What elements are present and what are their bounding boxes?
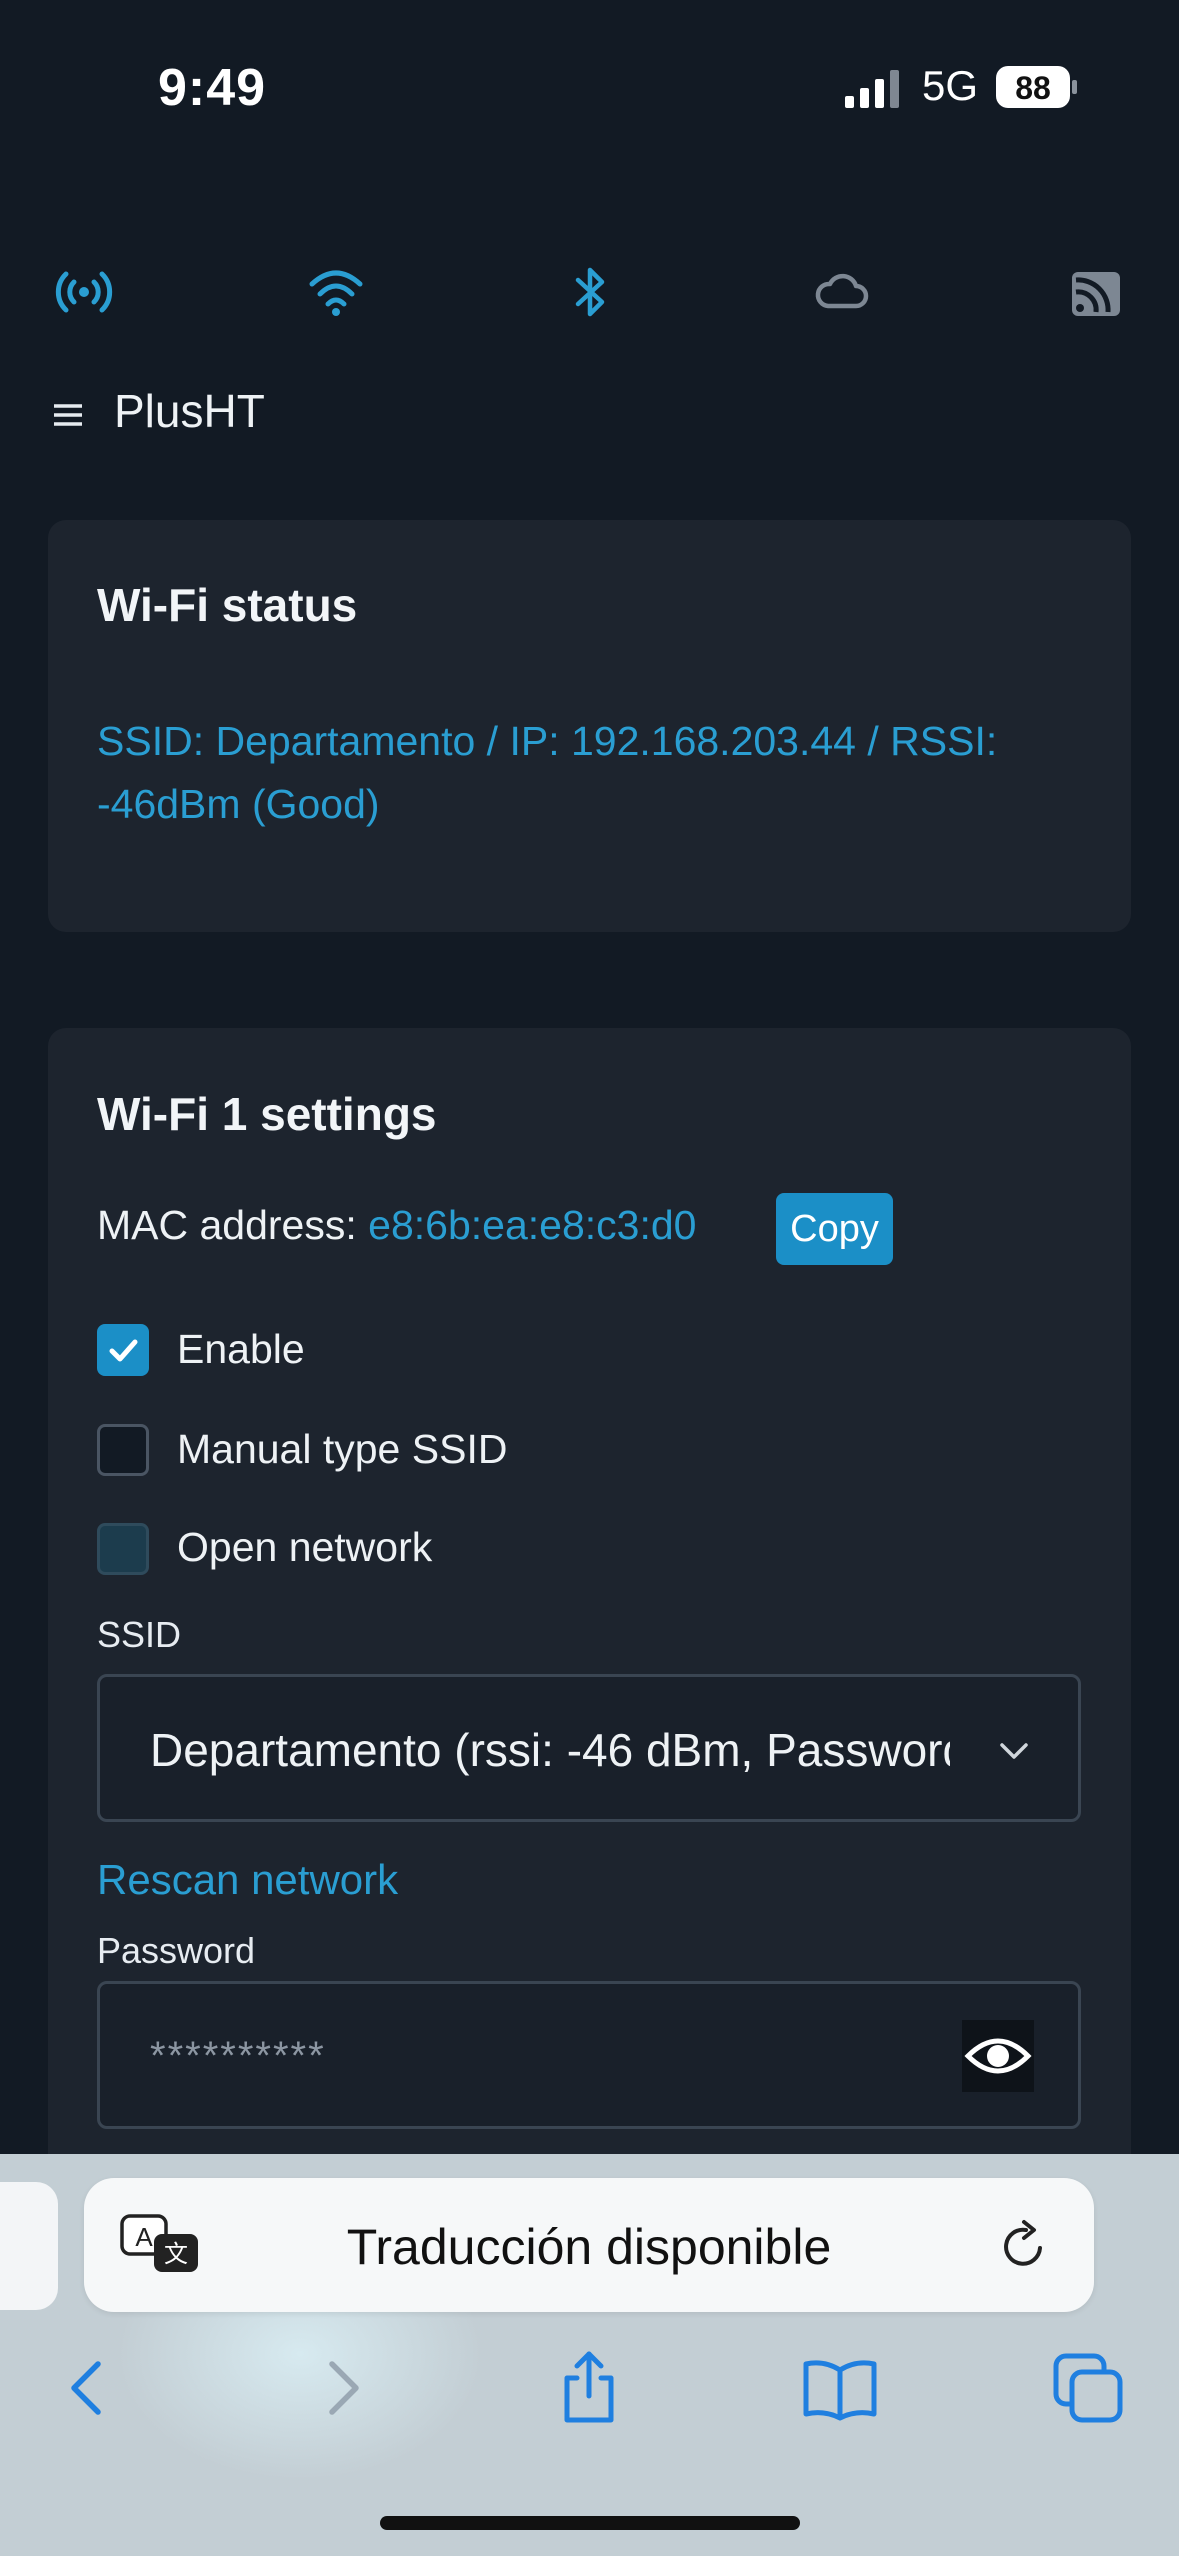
enable-label[interactable]: Enable bbox=[177, 1326, 305, 1373]
status-time: 9:49 bbox=[158, 59, 267, 117]
ssid-select[interactable]: Departamento (rssi: -46 dBm, Password bbox=[97, 1674, 1081, 1822]
wifi-icon[interactable] bbox=[306, 262, 366, 322]
wifi-status-title: Wi-Fi status bbox=[97, 579, 358, 631]
rss-icon[interactable] bbox=[1066, 262, 1126, 322]
ssid-label: SSID bbox=[97, 1614, 182, 1655]
app-title: PlusHT bbox=[114, 385, 265, 437]
hamburger-menu-icon[interactable] bbox=[52, 398, 86, 432]
open-network-checkbox[interactable] bbox=[97, 1523, 149, 1575]
battery-indicator: 88 bbox=[996, 66, 1078, 108]
previous-tab-preview[interactable] bbox=[0, 2182, 58, 2310]
copy-mac-button[interactable]: Copy bbox=[776, 1193, 893, 1265]
show-password-eye-icon[interactable] bbox=[962, 2020, 1034, 2092]
bluetooth-icon[interactable] bbox=[560, 262, 620, 322]
cloud-icon[interactable] bbox=[812, 262, 872, 322]
translation-bar[interactable]: A 文 Traducción disponible bbox=[84, 2178, 1094, 2312]
cellular-signal-icon bbox=[845, 70, 899, 108]
manual-ssid-checkbox[interactable] bbox=[97, 1424, 149, 1476]
tabs-icon[interactable] bbox=[1050, 2348, 1130, 2428]
home-indicator bbox=[380, 2516, 800, 2530]
password-value: ********** bbox=[150, 2034, 326, 2078]
mac-address-value: e8:6b:ea:e8:c3:d0 bbox=[368, 1202, 697, 1248]
forward-icon[interactable] bbox=[302, 2348, 382, 2428]
enable-checkbox[interactable] bbox=[97, 1324, 149, 1376]
network-type: 5G bbox=[922, 62, 979, 109]
mac-address-row: MAC address: e8:6b:ea:e8:c3:d0 bbox=[97, 1202, 696, 1249]
rescan-network-link[interactable]: Rescan network bbox=[97, 1856, 398, 1904]
password-label: Password bbox=[97, 1930, 256, 1971]
broadcast-icon[interactable] bbox=[54, 262, 114, 322]
mac-address-label: MAC address: bbox=[97, 1202, 369, 1248]
chevron-down-icon bbox=[1000, 1743, 1028, 1759]
back-icon[interactable] bbox=[48, 2348, 128, 2428]
translation-available-text: Traducción disponible bbox=[346, 2219, 832, 2275]
wifi1-settings-title: Wi-Fi 1 settings bbox=[97, 1088, 437, 1140]
ssid-selected-value: Departamento (rssi: -46 dBm, Password bbox=[150, 1724, 950, 1776]
open-network-label[interactable]: Open network bbox=[177, 1524, 432, 1571]
password-input[interactable]: ********** bbox=[97, 1981, 1081, 2129]
reload-icon[interactable] bbox=[996, 2218, 1052, 2274]
wifi-status-text: SSID: Departamento / IP: 192.168.203.44 … bbox=[97, 718, 998, 827]
bookmarks-icon[interactable] bbox=[800, 2348, 880, 2428]
checkmark-icon bbox=[109, 1339, 138, 1362]
share-icon[interactable] bbox=[549, 2348, 629, 2428]
battery-level: 88 bbox=[1015, 70, 1051, 106]
manual-ssid-label[interactable]: Manual type SSID bbox=[177, 1426, 507, 1473]
